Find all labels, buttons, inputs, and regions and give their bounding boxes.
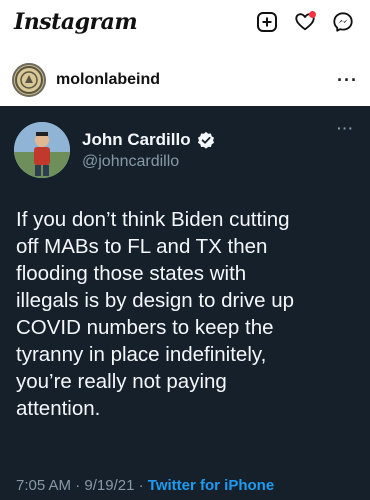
post-username[interactable]: molonlabeind xyxy=(56,71,160,89)
meta-separator: · xyxy=(75,477,81,494)
new-post-icon xyxy=(257,12,277,32)
new-post-button[interactable] xyxy=(254,9,280,35)
tweet-card: John Cardillo @johncardillo ··· If you d… xyxy=(0,106,370,500)
profile-photo-icon xyxy=(14,122,70,178)
post-header: molonlabeind ··· xyxy=(0,56,370,104)
tweet-avatar[interactable] xyxy=(14,122,70,178)
tweet-options-button[interactable]: ··· xyxy=(337,120,354,136)
notification-dot xyxy=(309,11,316,18)
instagram-header: Instagram xyxy=(0,0,370,44)
tweet-source-link[interactable]: Twitter for iPhone xyxy=(148,477,274,494)
messenger-icon xyxy=(333,12,353,32)
seal-logo-icon xyxy=(15,66,43,94)
tweet-author: John Cardillo @johncardillo ··· xyxy=(14,120,356,180)
avatar[interactable] xyxy=(12,63,46,97)
messenger-button[interactable] xyxy=(330,9,356,35)
meta-separator: · xyxy=(138,477,144,494)
tweet-time: 7:05 AM xyxy=(16,477,72,494)
tweet-names: John Cardillo @johncardillo xyxy=(82,130,215,171)
header-actions xyxy=(254,9,356,35)
tweet-name-row: John Cardillo xyxy=(82,130,215,150)
verified-badge-icon xyxy=(197,131,214,149)
activity-button[interactable] xyxy=(292,9,318,35)
tweet-meta: 7:05 AM · 9/19/21 · Twitter for iPhone xyxy=(16,477,274,494)
tweet-date: 9/19/21 xyxy=(84,477,135,494)
tweet-text: If you don’t think Biden cutting off MAB… xyxy=(16,208,295,420)
instagram-logo[interactable]: Instagram xyxy=(14,9,138,35)
tweet-display-name[interactable]: John Cardillo xyxy=(82,130,191,150)
post-options-button[interactable]: ··· xyxy=(337,70,358,91)
tweet-handle[interactable]: @johncardillo xyxy=(82,153,215,171)
